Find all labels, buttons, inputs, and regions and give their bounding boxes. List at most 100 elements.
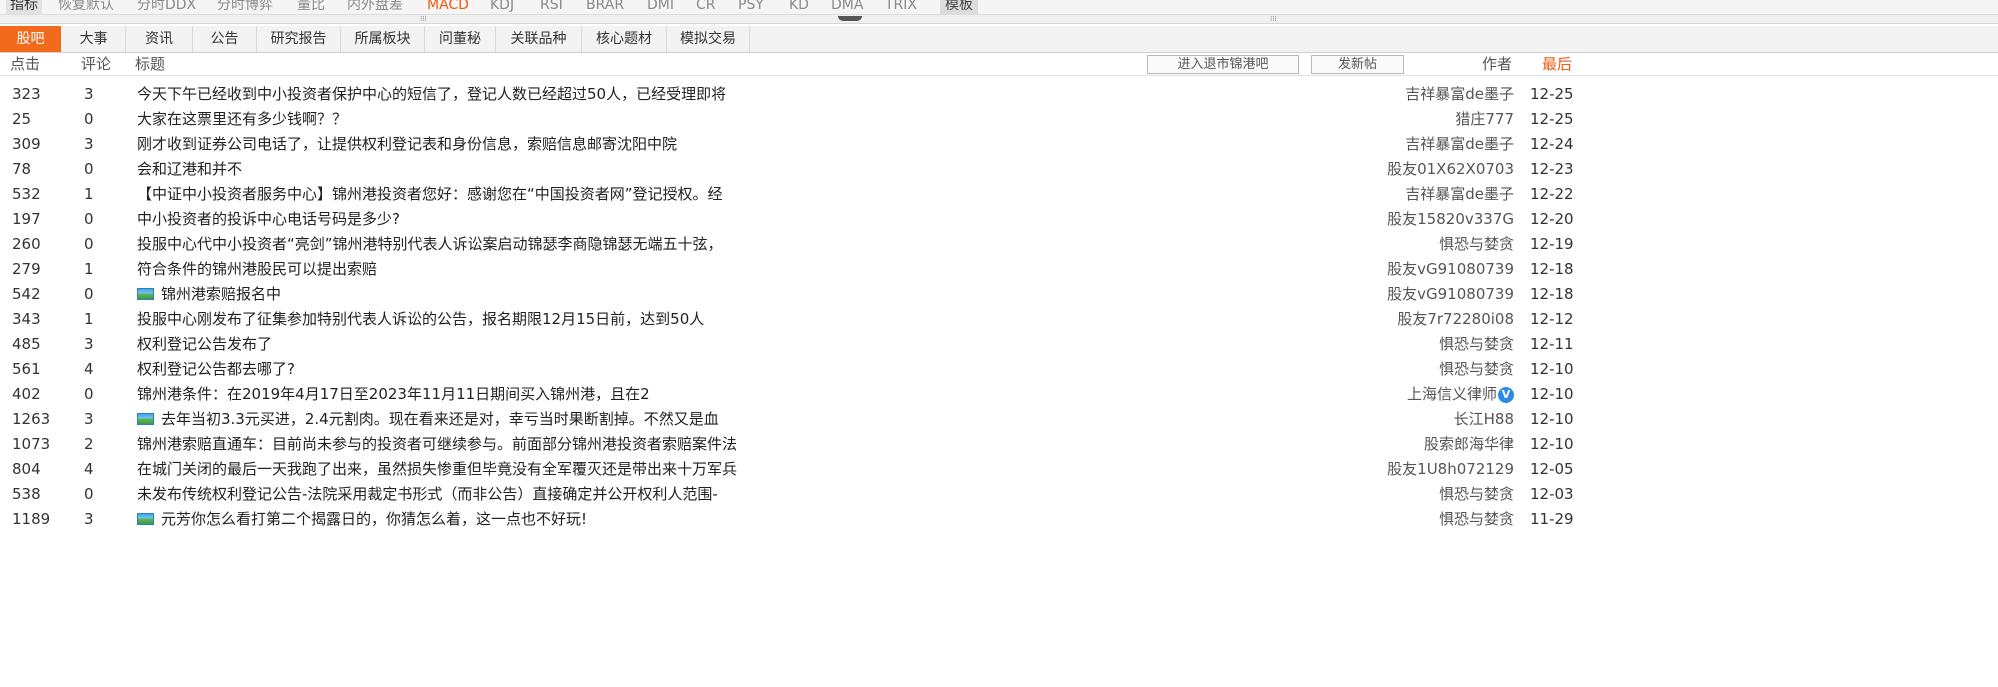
post-author-text[interactable]: 惧恐与婪贪 <box>1439 360 1514 378</box>
post-author-link[interactable]: 吉祥暴富de墨子 <box>1405 132 1514 157</box>
post-row[interactable]: 402 0 锦州港条件：在2019年4月17日至2023年11月11日期间买入锦… <box>0 382 1998 407</box>
post-author-text[interactable]: 猎庄777 <box>1455 110 1514 128</box>
header-clicks[interactable]: 点击 <box>10 53 40 75</box>
tab-core-themes[interactable]: 核心题材 <box>582 26 667 52</box>
post-row[interactable]: 78 0 会和辽港和并不 股友01X62X0703 12-23 <box>0 157 1998 182</box>
post-title-link[interactable]: 在城门关闭的最后一天我跑了出来，虽然损失惨重但毕竟没有全军覆灭还是带出来十万军兵 <box>137 457 737 482</box>
post-title-link[interactable]: 【中证中小投资者服务中心】锦州港投资者您好：感谢您在“中国投资者网”登记授权。经 <box>137 182 723 207</box>
post-title-text[interactable]: 权利登记公告发布了 <box>137 335 272 353</box>
post-author-link[interactable]: 吉祥暴富de墨子 <box>1405 182 1514 207</box>
post-title-link[interactable]: 锦州港索赔报名中 <box>137 282 281 307</box>
indicator-brar[interactable]: BRAR <box>586 0 624 14</box>
post-title-link[interactable]: 投服中心代中小投资者“亮剑”锦州港特别代表人诉讼案启动锦瑟李商隐锦瑟无端五十弦， <box>137 232 723 257</box>
post-title-text[interactable]: 刚才收到证券公司电话了，让提供权利登记表和身份信息，索赔信息邮寄沈阳中院 <box>137 135 677 153</box>
post-title-text[interactable]: 去年当初3.3元买进，2.4元割肉。现在看来还是对，幸亏当时果断割掉。不然又是血 <box>161 410 719 428</box>
post-author-link[interactable]: 股友01X62X0703 <box>1387 157 1514 182</box>
post-author-link[interactable]: 股友1U8h072129 <box>1387 457 1514 482</box>
indicator-menu[interactable]: 指标 <box>6 0 42 14</box>
tab-related[interactable]: 关联品种 <box>496 26 582 52</box>
post-title-text[interactable]: 元芳你怎么看打第二个揭露日的，你猜怎么着，这一点也不好玩! <box>161 510 587 528</box>
post-title-link[interactable]: 权利登记公告都去哪了? <box>137 357 295 382</box>
post-author-link[interactable]: 猎庄777 <box>1455 107 1514 132</box>
post-title-link[interactable]: 权利登记公告发布了 <box>137 332 272 357</box>
post-title-link[interactable]: 投服中心刚发布了征集参加特别代表人诉讼的公告，报名期限12月15日前，达到50人 <box>137 307 704 332</box>
post-author-link[interactable]: 上海信义律师 V <box>1407 382 1514 407</box>
post-author-link[interactable]: 股友7r72280i08 <box>1397 307 1514 332</box>
tab-guba[interactable]: 股吧 <box>0 26 61 52</box>
collapse-handle-icon[interactable] <box>838 16 862 21</box>
post-author-link[interactable]: 股索郎海华律 <box>1424 432 1514 457</box>
post-author-text[interactable]: 惧恐与婪贪 <box>1439 510 1514 528</box>
indicator-inner-outer[interactable]: 内外盘差 <box>347 0 403 14</box>
post-row[interactable]: 1073 2 锦州港索赔直通车：目前尚未参与的投资者可继续参与。前面部分锦州港投… <box>0 432 1998 457</box>
post-row[interactable]: 561 4 权利登记公告都去哪了? 惧恐与婪贪 12-10 <box>0 357 1998 382</box>
post-title-text[interactable]: 锦州港条件：在2019年4月17日至2023年11月11日期间买入锦州港，且在2 <box>137 385 650 403</box>
indicator-kd[interactable]: KD <box>789 0 809 14</box>
indicator-rsi[interactable]: RSI <box>540 0 563 14</box>
post-author-text[interactable]: 惧恐与婪贪 <box>1439 335 1514 353</box>
post-author-link[interactable]: 吉祥暴富de墨子 <box>1405 82 1514 107</box>
indicator-trix[interactable]: TRIX <box>885 0 917 14</box>
post-title-text[interactable]: 中小投资者的投诉中心电话号码是多少? <box>137 210 400 228</box>
tab-announcements[interactable]: 公告 <box>193 26 257 52</box>
post-row[interactable]: 279 1 符合条件的锦州港股民可以提出索赔 股友vG91080739 12-1… <box>0 257 1998 282</box>
post-title-text[interactable]: 【中证中小投资者服务中心】锦州港投资者您好：感谢您在“中国投资者网”登记授权。经 <box>137 185 723 203</box>
tab-ask-secretary[interactable]: 问董秘 <box>425 26 496 52</box>
post-title-text[interactable]: 投服中心代中小投资者“亮剑”锦州港特别代表人诉讼案启动锦瑟李商隐锦瑟无端五十弦， <box>137 235 723 253</box>
post-row[interactable]: 532 1 【中证中小投资者服务中心】锦州港投资者您好：感谢您在“中国投资者网”… <box>0 182 1998 207</box>
post-author-text[interactable]: 长江H88 <box>1454 410 1514 428</box>
post-row[interactable]: 260 0 投服中心代中小投资者“亮剑”锦州港特别代表人诉讼案启动锦瑟李商隐锦瑟… <box>0 232 1998 257</box>
post-title-link[interactable]: 锦州港条件：在2019年4月17日至2023年11月11日期间买入锦州港，且在2 <box>137 382 650 407</box>
post-title-link[interactable]: 刚才收到证券公司电话了，让提供权利登记表和身份信息，索赔信息邮寄沈阳中院 <box>137 132 677 157</box>
post-author-text[interactable]: 股友15820v337G <box>1387 210 1514 228</box>
new-post-button[interactable]: 发新帖 <box>1311 55 1404 74</box>
post-row[interactable]: 25 0 大家在这票里还有多少钱啊？？ 猎庄777 12-25 <box>0 107 1998 132</box>
post-author-text[interactable]: 惧恐与婪贪 <box>1439 485 1514 503</box>
post-author-text[interactable]: 股友01X62X0703 <box>1387 160 1514 178</box>
post-row[interactable]: 197 0 中小投资者的投诉中心电话号码是多少? 股友15820v337G 12… <box>0 207 1998 232</box>
post-title-link[interactable]: 会和辽港和并不 <box>137 157 242 182</box>
indicator-cr[interactable]: CR <box>696 0 716 14</box>
tab-research[interactable]: 研究报告 <box>257 26 341 52</box>
post-author-text[interactable]: 惧恐与婪贪 <box>1439 235 1514 253</box>
indicator-reset[interactable]: 恢复默认 <box>58 0 114 14</box>
post-author-text[interactable]: 股友1U8h072129 <box>1387 460 1514 478</box>
post-row[interactable]: 1189 3 元芳你怎么看打第二个揭露日的，你猜怎么着，这一点也不好玩! 惧恐与… <box>0 507 1998 532</box>
post-row[interactable]: 323 3 今天下午已经收到中小投资者保护中心的短信了，登记人数已经超过50人，… <box>0 82 1998 107</box>
post-title-text[interactable]: 投服中心刚发布了征集参加特别代表人诉讼的公告，报名期限12月15日前，达到50人 <box>137 310 704 328</box>
post-author-text[interactable]: 股友7r72280i08 <box>1397 310 1514 328</box>
post-author-text[interactable]: 吉祥暴富de墨子 <box>1405 135 1514 153</box>
post-author-text[interactable]: 股友vG91080739 <box>1387 285 1514 303</box>
splitter-grip-icon[interactable]: ⁞⁞⁞ <box>420 16 427 23</box>
post-title-link[interactable]: 符合条件的锦州港股民可以提出索赔 <box>137 257 377 282</box>
post-author-text[interactable]: 股索郎海华律 <box>1424 435 1514 453</box>
post-author-link[interactable]: 股友vG91080739 <box>1387 282 1514 307</box>
post-author-link[interactable]: 惧恐与婪贪 <box>1439 232 1514 257</box>
post-title-link[interactable]: 大家在这票里还有多少钱啊？？ <box>137 107 347 132</box>
post-title-text[interactable]: 未发布传统权利登记公告-法院采用裁定书形式（而非公告）直接确定并公开权利人范围- <box>137 485 718 503</box>
indicator-kdj[interactable]: KDJ <box>490 0 514 14</box>
enter-bar-button[interactable]: 进入退市锦港吧 <box>1147 55 1299 74</box>
post-author-link[interactable]: 股友15820v337G <box>1387 207 1514 232</box>
tab-news[interactable]: 资讯 <box>126 26 193 52</box>
post-title-text[interactable]: 今天下午已经收到中小投资者保护中心的短信了，登记人数已经超过50人，已经受理即将 <box>137 85 726 103</box>
post-row[interactable]: 309 3 刚才收到证券公司电话了，让提供权利登记表和身份信息，索赔信息邮寄沈阳… <box>0 132 1998 157</box>
post-title-text[interactable]: 锦州港索赔直通车：目前尚未参与的投资者可继续参与。前面部分锦州港投资者索赔案件法 <box>137 435 737 453</box>
post-title-text[interactable]: 权利登记公告都去哪了? <box>137 360 295 378</box>
post-author-text[interactable]: 吉祥暴富de墨子 <box>1405 85 1514 103</box>
post-author-text[interactable]: 股友vG91080739 <box>1387 260 1514 278</box>
template-button[interactable]: 模板 <box>940 0 978 14</box>
post-row[interactable]: 538 0 未发布传统权利登记公告-法院采用裁定书形式（而非公告）直接确定并公开… <box>0 482 1998 507</box>
panel-splitter[interactable] <box>0 15 1998 24</box>
header-latest[interactable]: 最后 <box>1542 53 1572 75</box>
indicator-macd[interactable]: MACD <box>427 0 469 14</box>
post-title-text[interactable]: 在城门关闭的最后一天我跑了出来，虽然损失惨重但毕竟没有全军覆灭还是带出来十万军兵 <box>137 460 737 478</box>
indicator-dmi[interactable]: DMI <box>647 0 674 14</box>
tab-simulated-trading[interactable]: 模拟交易 <box>667 26 750 52</box>
post-author-text[interactable]: 上海信义律师 <box>1407 385 1497 403</box>
post-title-link[interactable]: 锦州港索赔直通车：目前尚未参与的投资者可继续参与。前面部分锦州港投资者索赔案件法 <box>137 432 737 457</box>
post-row[interactable]: 485 3 权利登记公告发布了 惧恐与婪贪 12-11 <box>0 332 1998 357</box>
indicator-ddx[interactable]: 分时DDX <box>137 0 196 14</box>
post-author-link[interactable]: 惧恐与婪贪 <box>1439 357 1514 382</box>
indicator-volume-ratio[interactable]: 量比 <box>297 0 325 14</box>
